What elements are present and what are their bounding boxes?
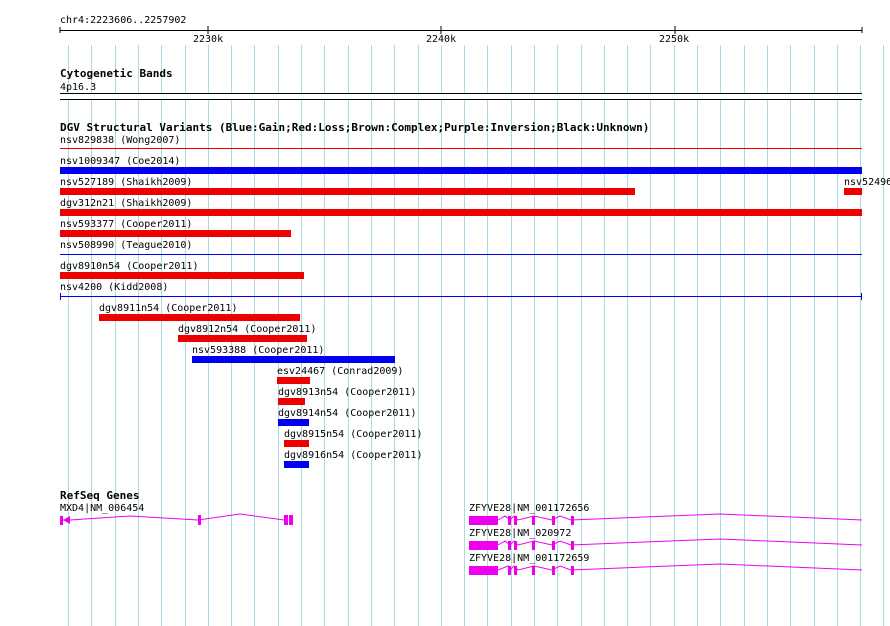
refseq-gene-models[interactable] [0, 0, 890, 626]
